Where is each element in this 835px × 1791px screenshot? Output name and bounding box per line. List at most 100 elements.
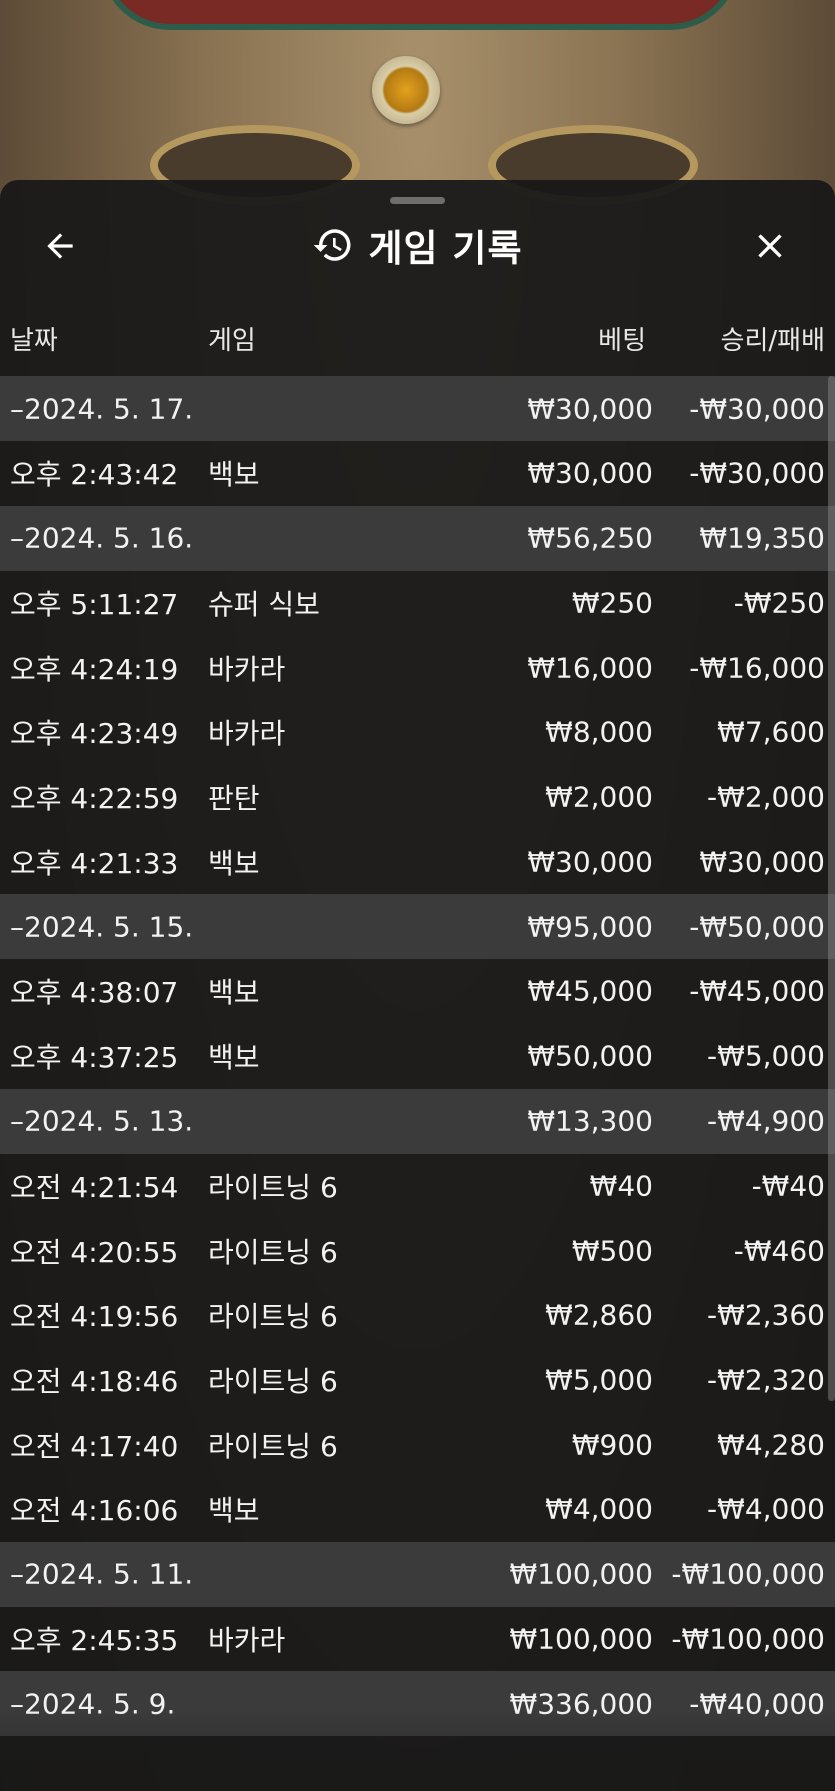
row-bet: ₩16,000 xyxy=(527,651,653,685)
history-row[interactable]: 오전 4:20:55 라이트닝 6 ₩500 -₩460 xyxy=(0,1218,835,1283)
row-result: -₩45,000 xyxy=(689,974,825,1008)
row-game: 백보 xyxy=(208,1494,260,1528)
column-date[interactable]: 날짜 xyxy=(10,320,58,357)
row-game: 바카라 xyxy=(208,1623,286,1657)
row-bet: ₩5,000 xyxy=(545,1363,653,1397)
date-group-row[interactable]: –2024. 5. 13. ₩13,300 -₩4,900 xyxy=(0,1088,835,1154)
history-table: –2024. 5. 17. ₩30,000 -₩30,000 오후 2:43:42 백보… xyxy=(0,376,835,1737)
group-bet-total: ₩336,000 xyxy=(509,1687,653,1721)
column-result[interactable]: 승리/패배 xyxy=(721,320,825,357)
group-result-total: -₩50,000 xyxy=(689,910,825,944)
history-row[interactable]: 오후 2:43:42 백보 ₩30,000 -₩30,000 xyxy=(0,441,835,506)
back-button[interactable] xyxy=(38,224,82,268)
sheet-header: 게임 기록 xyxy=(0,210,835,280)
group-bet-total: ₩100,000 xyxy=(509,1557,653,1591)
row-bet: ₩2,000 xyxy=(545,780,653,814)
row-game: 라이트닝 6 xyxy=(208,1170,338,1204)
row-time: 오후 4:21:33 xyxy=(10,846,179,880)
row-game: 라이트닝 6 xyxy=(208,1429,338,1463)
row-time: 오후 2:45:35 xyxy=(10,1623,179,1657)
column-game[interactable]: 게임 xyxy=(208,320,256,357)
group-bet-total: ₩95,000 xyxy=(527,910,653,944)
history-row[interactable]: 오전 4:18:46 라이트닝 6 ₩5,000 -₩2,320 xyxy=(0,1348,835,1413)
group-result-total: ₩19,350 xyxy=(699,521,825,555)
group-date: –2024. 5. 17. xyxy=(10,392,194,425)
row-result: -₩16,000 xyxy=(689,651,825,685)
row-result: -₩40 xyxy=(751,1169,825,1203)
column-header-row: 날짜 게임 베팅 승리/패배 xyxy=(0,314,835,358)
row-time: 오후 4:37:25 xyxy=(10,1041,179,1075)
row-time: 오전 4:19:56 xyxy=(10,1300,179,1334)
history-row[interactable]: 오후 4:21:33 백보 ₩30,000 ₩30,000 xyxy=(0,829,835,894)
history-row[interactable]: 오후 5:11:27 슈퍼 식보 ₩250 -₩250 xyxy=(0,571,835,636)
arrow-left-icon xyxy=(47,233,73,259)
history-row[interactable]: 오후 4:22:59 판탄 ₩2,000 -₩2,000 xyxy=(0,765,835,830)
row-bet: ₩250 xyxy=(571,586,653,620)
scrollbar[interactable] xyxy=(828,376,835,1401)
history-row[interactable]: 오전 4:19:56 라이트닝 6 ₩2,860 -₩2,360 xyxy=(0,1283,835,1348)
group-date: –2024. 5. 11. xyxy=(10,1557,194,1591)
row-bet: ₩4,000 xyxy=(545,1492,653,1526)
history-row[interactable]: 오후 4:24:19 바카라 ₩16,000 -₩16,000 xyxy=(0,635,835,700)
row-result: ₩7,600 xyxy=(717,715,825,749)
row-game: 백보 xyxy=(208,976,260,1010)
group-date: –2024. 5. 9. xyxy=(10,1687,176,1721)
group-date: –2024. 5. 15. xyxy=(10,910,194,944)
group-bet-total: ₩13,300 xyxy=(527,1104,653,1138)
row-time: 오후 4:38:07 xyxy=(10,976,179,1010)
history-row[interactable]: 오후 4:38:07 백보 ₩45,000 -₩45,000 xyxy=(0,959,835,1024)
page-title: 게임 기록 xyxy=(368,227,523,270)
game-history-sheet: 게임 기록 날짜 게임 베팅 승리/패배 –2024. 5. 17. ₩30,00… xyxy=(0,180,835,1791)
row-result: -₩2,000 xyxy=(707,780,825,814)
row-time: 오전 4:21:54 xyxy=(10,1170,179,1204)
row-bet: ₩500 xyxy=(571,1234,653,1268)
drag-handle[interactable] xyxy=(390,197,445,204)
history-row[interactable]: 오전 4:21:54 라이트닝 6 ₩40 -₩40 xyxy=(0,1154,835,1219)
row-time: 오전 4:18:46 xyxy=(10,1364,179,1398)
row-result: -₩5,000 xyxy=(707,1039,825,1073)
row-game: 라이트닝 6 xyxy=(208,1235,338,1269)
row-time: 오후 4:23:49 xyxy=(10,717,179,751)
row-bet: ₩30,000 xyxy=(527,456,653,490)
row-bet: ₩2,860 xyxy=(545,1298,653,1332)
group-bet-total: ₩56,250 xyxy=(527,521,653,555)
row-result: ₩30,000 xyxy=(699,845,825,879)
row-bet: ₩40 xyxy=(589,1169,653,1203)
row-result: -₩2,360 xyxy=(707,1298,825,1332)
date-group-row[interactable]: –2024. 5. 15. ₩95,000 -₩50,000 xyxy=(0,894,835,960)
table-chip xyxy=(372,56,440,124)
row-time: 오전 4:16:06 xyxy=(10,1494,179,1528)
row-result: -₩250 xyxy=(733,586,825,620)
row-time: 오전 4:17:40 xyxy=(10,1429,179,1463)
history-row[interactable]: 오전 4:16:06 백보 ₩4,000 -₩4,000 xyxy=(0,1477,835,1542)
row-bet: ₩8,000 xyxy=(545,715,653,749)
date-group-row[interactable]: –2024. 5. 16. ₩56,250 ₩19,350 xyxy=(0,505,835,571)
history-row[interactable]: 오전 4:17:40 라이트닝 6 ₩900 ₩4,280 xyxy=(0,1412,835,1477)
history-row[interactable]: 오후 4:23:49 바카라 ₩8,000 ₩7,600 xyxy=(0,700,835,765)
history-icon xyxy=(314,229,351,261)
row-game: 백보 xyxy=(208,1041,260,1075)
history-row[interactable]: 오후 4:37:25 백보 ₩50,000 -₩5,000 xyxy=(0,1024,835,1089)
date-group-row[interactable]: –2024. 5. 11. ₩100,000 -₩100,000 xyxy=(0,1541,835,1607)
group-date: –2024. 5. 16. xyxy=(10,521,194,555)
group-result-total: -₩4,900 xyxy=(707,1104,825,1138)
row-result: -₩460 xyxy=(733,1234,825,1268)
row-game: 판탄 xyxy=(208,782,260,816)
row-time: 오후 4:22:59 xyxy=(10,782,179,816)
row-result: -₩2,320 xyxy=(707,1363,825,1397)
close-icon xyxy=(758,234,782,258)
row-game: 백보 xyxy=(208,458,260,492)
row-bet: ₩50,000 xyxy=(527,1039,653,1073)
row-bet: ₩900 xyxy=(571,1428,653,1462)
row-bet: ₩100,000 xyxy=(509,1622,653,1656)
group-date: –2024. 5. 13. xyxy=(10,1104,194,1138)
row-time: 오전 4:20:55 xyxy=(10,1235,179,1269)
column-bet[interactable]: 베팅 xyxy=(598,320,646,357)
close-button[interactable] xyxy=(748,224,792,268)
date-group-row[interactable]: –2024. 5. 17. ₩30,000 -₩30,000 xyxy=(0,376,835,441)
history-row[interactable]: 오후 2:45:35 바카라 ₩100,000 -₩100,000 xyxy=(0,1607,835,1672)
row-game: 슈퍼 식보 xyxy=(208,588,320,622)
group-result-total: -₩30,000 xyxy=(689,392,825,425)
date-group-row[interactable]: –2024. 5. 9. ₩336,000 -₩40,000 xyxy=(0,1671,835,1737)
group-result-total: -₩40,000 xyxy=(689,1687,825,1721)
